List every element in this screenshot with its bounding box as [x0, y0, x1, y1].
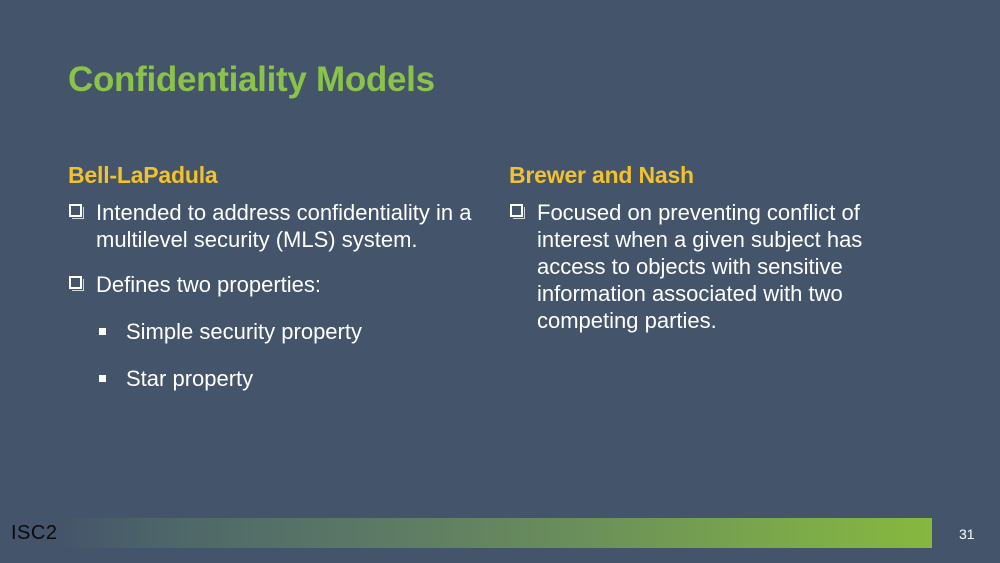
checkbox-bullet-icon	[69, 276, 84, 291]
right-bullet-1-text: Focused on preventing conflict of intere…	[537, 200, 863, 333]
left-column-heading: Bell-LaPadula	[68, 162, 218, 188]
page-number: 31	[959, 526, 975, 542]
right-bullet-1: Focused on preventing conflict of intere…	[509, 199, 929, 334]
sub-bullet-1: Simple security property	[68, 318, 488, 345]
left-bullet-1: Intended to address confidentiality in a…	[68, 199, 488, 253]
footer-gradient-bar	[57, 518, 932, 548]
square-bullet-icon	[99, 328, 106, 335]
sub-bullet-2: Star property	[68, 365, 488, 392]
checkbox-bullet-icon	[510, 204, 525, 219]
right-column-heading: Brewer and Nash	[509, 162, 694, 188]
slide: Confidentiality Models Bell-LaPadula Int…	[0, 0, 1000, 563]
right-column: Brewer and Nash Focused on preventing co…	[509, 162, 929, 346]
left-bullet-2-text: Defines two properties:	[96, 272, 321, 297]
isc2-logo: ISC2	[11, 522, 58, 544]
square-bullet-icon	[99, 375, 106, 382]
left-bullet-1-text: Intended to address confidentiality in a…	[96, 200, 472, 252]
sub-bullet-2-text: Star property	[126, 366, 254, 391]
sub-bullet-1-text: Simple security property	[126, 319, 362, 344]
checkbox-bullet-icon	[69, 204, 84, 219]
slide-title: Confidentiality Models	[68, 60, 435, 99]
left-column: Bell-LaPadula Intended to address confid…	[68, 162, 488, 392]
left-bullet-2: Defines two properties:	[68, 271, 488, 298]
